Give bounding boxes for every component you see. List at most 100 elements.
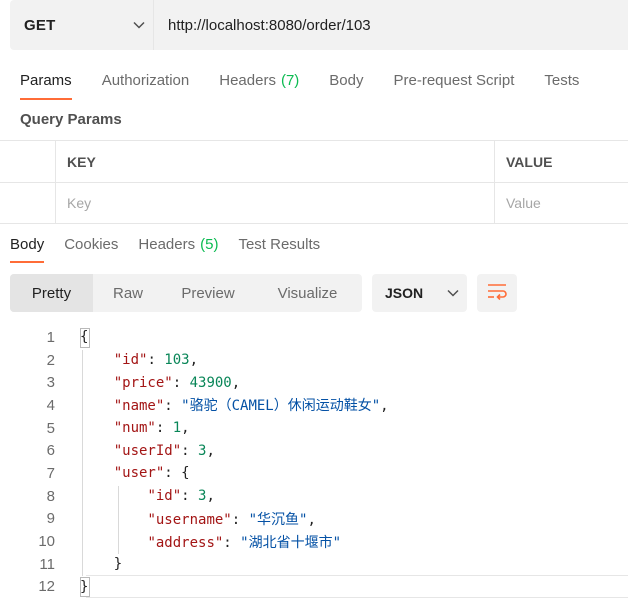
code-line: 5 "num": 1, <box>0 417 628 440</box>
code-token: : <box>223 534 241 551</box>
code-token: "华沉鱼" <box>248 511 308 528</box>
code-line: 2 "id": 103, <box>0 349 628 372</box>
line-number: 4 <box>46 396 55 414</box>
wrap-lines-button[interactable] <box>477 274 517 312</box>
tab-label: Pre-request Script <box>393 71 515 89</box>
response-tab-headers[interactable]: Headers (5) <box>138 226 218 262</box>
code-token: "userId" <box>113 442 182 459</box>
code-token: : <box>181 442 199 459</box>
line-number: 9 <box>46 510 55 528</box>
view-preview-button[interactable]: Preview <box>163 274 253 312</box>
code-text: "id": 103, <box>80 352 198 368</box>
line-number: 3 <box>46 374 55 392</box>
code-line: 10 "address": "湖北省十堰市" <box>0 530 628 553</box>
code-text: "name": "骆驼（CAMEL）休闲运动鞋女", <box>80 395 389 415</box>
tab-body[interactable]: Body <box>329 62 363 98</box>
code-text: "address": "湖北省十堰市" <box>80 532 341 552</box>
tab-headers[interactable]: Headers (7) <box>219 62 299 98</box>
response-tab-label: Test Results <box>238 235 321 253</box>
code-line: 3 "price": 43900, <box>0 371 628 394</box>
params-row-checkbox <box>0 183 56 223</box>
line-number: 12 <box>38 578 55 596</box>
tab-authorization[interactable]: Authorization <box>102 62 190 98</box>
code-token: : <box>181 488 199 505</box>
tab-label: Tests <box>544 71 580 89</box>
code-text: } <box>80 579 88 595</box>
chevron-down-icon <box>125 21 153 29</box>
response-tab-cookies[interactable]: Cookies <box>64 226 118 262</box>
url-input[interactable]: http://localhost:8080/order/103 <box>154 0 628 50</box>
line-number: 6 <box>46 442 55 460</box>
response-tab-body[interactable]: Body <box>10 226 45 263</box>
code-token: , <box>189 352 199 369</box>
code-line: 6 "userId": 3, <box>0 439 628 462</box>
format-select[interactable]: JSON <box>372 274 467 312</box>
view-visualize-button[interactable]: Visualize <box>253 274 362 312</box>
code-token: "address" <box>147 534 224 551</box>
code-token: } <box>80 556 123 573</box>
code-line: 11 } <box>0 553 628 576</box>
code-text: "id": 3, <box>80 488 215 505</box>
params-new-row: Key Value <box>0 182 628 224</box>
value-input[interactable]: Value <box>495 183 628 223</box>
code-token: , <box>206 442 215 459</box>
response-tab-test-results[interactable]: Test Results <box>238 226 320 262</box>
code-text: "userId": 3, <box>80 443 215 459</box>
tab-label: Body <box>329 71 364 89</box>
code-token: : <box>155 420 173 437</box>
key-column-header: KEY <box>56 141 495 182</box>
line-number: 7 <box>46 464 55 482</box>
code-token: { <box>80 329 89 346</box>
code-line: 9 "username": "华沉鱼", <box>0 508 628 531</box>
key-input[interactable]: Key <box>56 183 495 223</box>
query-params-table: KEY VALUE Key Value <box>0 140 628 224</box>
response-tab-label: Headers <box>138 235 196 253</box>
line-number: 11 <box>39 555 55 573</box>
view-mode-group: Pretty Raw Preview Visualize <box>10 274 362 312</box>
code-token: 1 <box>172 420 182 437</box>
code-line: 4 "name": "骆驼（CAMEL）休闲运动鞋女", <box>0 394 628 417</box>
code-text: "user": { <box>80 465 190 481</box>
code-token: , <box>231 374 241 391</box>
code-token: : <box>147 352 165 369</box>
code-token: "name" <box>113 398 165 415</box>
response-tab-label: Body <box>10 235 45 253</box>
tab-label: Headers <box>219 71 276 89</box>
tab-params[interactable]: Params <box>20 62 72 100</box>
code-text: } <box>80 556 122 572</box>
code-line: 8 "id": 3, <box>0 485 628 508</box>
tab-pre-request-script[interactable]: Pre-request Script <box>394 62 515 98</box>
view-raw-button[interactable]: Raw <box>93 274 163 312</box>
tab-count-badge: (7) <box>280 71 300 89</box>
view-pretty-button[interactable]: Pretty <box>10 274 93 312</box>
code-token: } <box>80 578 89 595</box>
method-select[interactable]: GET <box>10 0 154 50</box>
code-token: "price" <box>113 374 173 391</box>
code-line: 12} <box>0 576 628 599</box>
tab-tests[interactable]: Tests <box>544 62 579 98</box>
response-tab-label: Cookies <box>64 235 119 253</box>
code-token: , <box>307 511 316 528</box>
code-token: , <box>380 398 389 415</box>
code-token: , <box>206 488 215 505</box>
code-text: "price": 43900, <box>80 375 240 391</box>
method-label: GET <box>24 16 56 34</box>
code-token: 103 <box>164 352 190 369</box>
format-label: JSON <box>385 285 424 301</box>
params-checkbox-column <box>0 141 56 182</box>
chevron-down-icon <box>439 289 467 297</box>
code-token: "num" <box>113 420 156 437</box>
line-number: 5 <box>46 419 55 437</box>
value-column-header: VALUE <box>506 153 553 170</box>
response-body-editor[interactable]: 1{2 "id": 103, 3 "price": 43900, 4 "name":… <box>0 326 628 598</box>
code-token: "湖北省十堰市" <box>240 534 342 551</box>
code-line: 7 "user": { <box>0 462 628 485</box>
